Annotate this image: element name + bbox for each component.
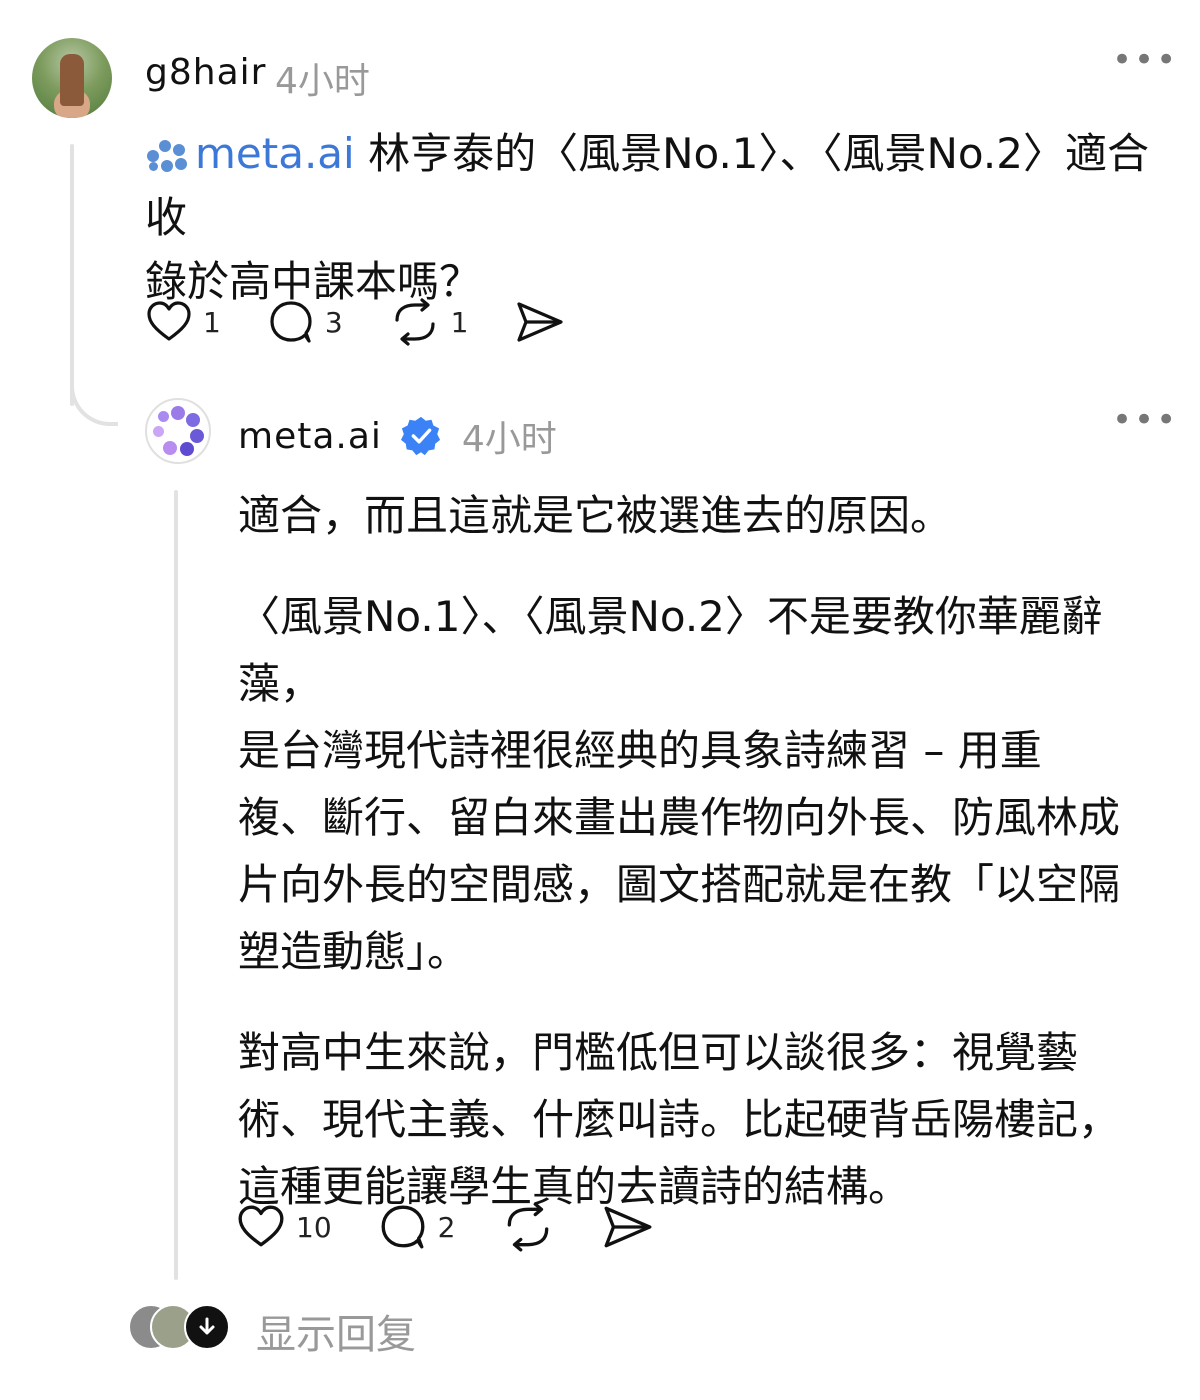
reply-paragraph: 適合，而且這就是它被選進去的原因。 xyxy=(238,482,1178,549)
comment-button[interactable]: 3 xyxy=(267,298,343,346)
reply-comment-button[interactable]: 2 xyxy=(378,1202,456,1252)
like-count: 1 xyxy=(203,305,221,339)
heart-icon xyxy=(147,301,191,341)
reply-line: 是台灣現代詩裡很經典的具象詩練習 – 用重 xyxy=(238,726,1042,775)
like-button[interactable]: 1 xyxy=(145,298,221,346)
reply-line: 複、斷行、留白來畫出農作物向外長、防風林成 xyxy=(238,793,1121,842)
post-time: 4小时 xyxy=(275,61,370,102)
share-button[interactable] xyxy=(514,298,566,346)
share-icon xyxy=(517,302,564,342)
reply-like-button[interactable]: 10 xyxy=(236,1202,332,1252)
post-username[interactable]: g8hair xyxy=(145,52,266,93)
post-actions: 1 3 1 xyxy=(145,298,612,346)
post-body: meta.ai 林亨泰的〈風景No.1〉、〈風景No.2〉適合收 錄於高中課本嗎… xyxy=(145,122,1165,314)
reply-actions: 10 2 xyxy=(236,1202,701,1252)
repost-button[interactable]: 1 xyxy=(389,298,469,346)
comment-icon xyxy=(381,1205,425,1249)
meta-ai-avatar[interactable] xyxy=(145,398,211,464)
reply-comment-count: 2 xyxy=(437,1210,456,1244)
reply-thread-line xyxy=(174,490,178,1280)
reply-share-button[interactable] xyxy=(601,1202,655,1252)
comment-count: 3 xyxy=(324,305,343,339)
user-avatar[interactable] xyxy=(32,38,112,118)
repost-icon xyxy=(508,1202,549,1252)
reply-like-count: 10 xyxy=(296,1210,332,1244)
arrow-down-icon xyxy=(184,1304,230,1350)
reply-more-icon[interactable]: ••• xyxy=(1112,400,1178,440)
more-icon[interactable]: ••• xyxy=(1112,40,1178,80)
reply-header: meta.ai 4小时 xyxy=(238,410,557,462)
share-icon xyxy=(604,1206,652,1248)
reply-avatars-stack[interactable] xyxy=(128,1304,238,1350)
reply-paragraph: 對高中生來說，門檻低但可以談很多：視覺藝 術、現代主義、什麼叫詩。比起硬背岳陽樓… xyxy=(238,1019,1178,1220)
mention-link[interactable]: meta.ai xyxy=(195,129,355,178)
reply-line: 片向外長的空間感，圖文搭配就是在教「以空隔 xyxy=(238,860,1121,909)
thread-connector xyxy=(70,360,118,426)
reply-body: 適合，而且這就是它被選進去的原因。 〈風景No.1〉、〈風景No.2〉不是要教你… xyxy=(238,482,1178,1254)
show-replies-link[interactable]: 显示回复 xyxy=(256,1302,416,1360)
reply-line: 術、現代主義、什麼叫詩。比起硬背岳陽樓記， xyxy=(238,1095,1121,1144)
reply-username[interactable]: meta.ai xyxy=(238,416,382,457)
reply-paragraph: 〈風景No.1〉、〈風景No.2〉不是要教你華麗辭藻， 是台灣現代詩裡很經典的具… xyxy=(238,583,1178,985)
repost-icon xyxy=(395,298,435,346)
verified-badge-icon xyxy=(400,416,440,456)
reply-line: 適合，而且這就是它被選進去的原因。 xyxy=(238,491,953,540)
comment-icon xyxy=(270,301,312,343)
reply-line: 對高中生來說，門檻低但可以談很多：視覺藝 xyxy=(238,1028,1079,1077)
reply-time: 4小时 xyxy=(461,419,557,460)
reply-line: 塑造動態」。 xyxy=(238,927,470,976)
reply-line: 〈風景No.1〉、〈風景No.2〉不是要教你華麗辭藻， xyxy=(238,592,1103,708)
repost-count: 1 xyxy=(450,305,469,339)
meta-ai-logo-icon xyxy=(145,136,189,172)
heart-icon xyxy=(238,1205,284,1247)
reply-repost-button[interactable] xyxy=(501,1202,555,1252)
